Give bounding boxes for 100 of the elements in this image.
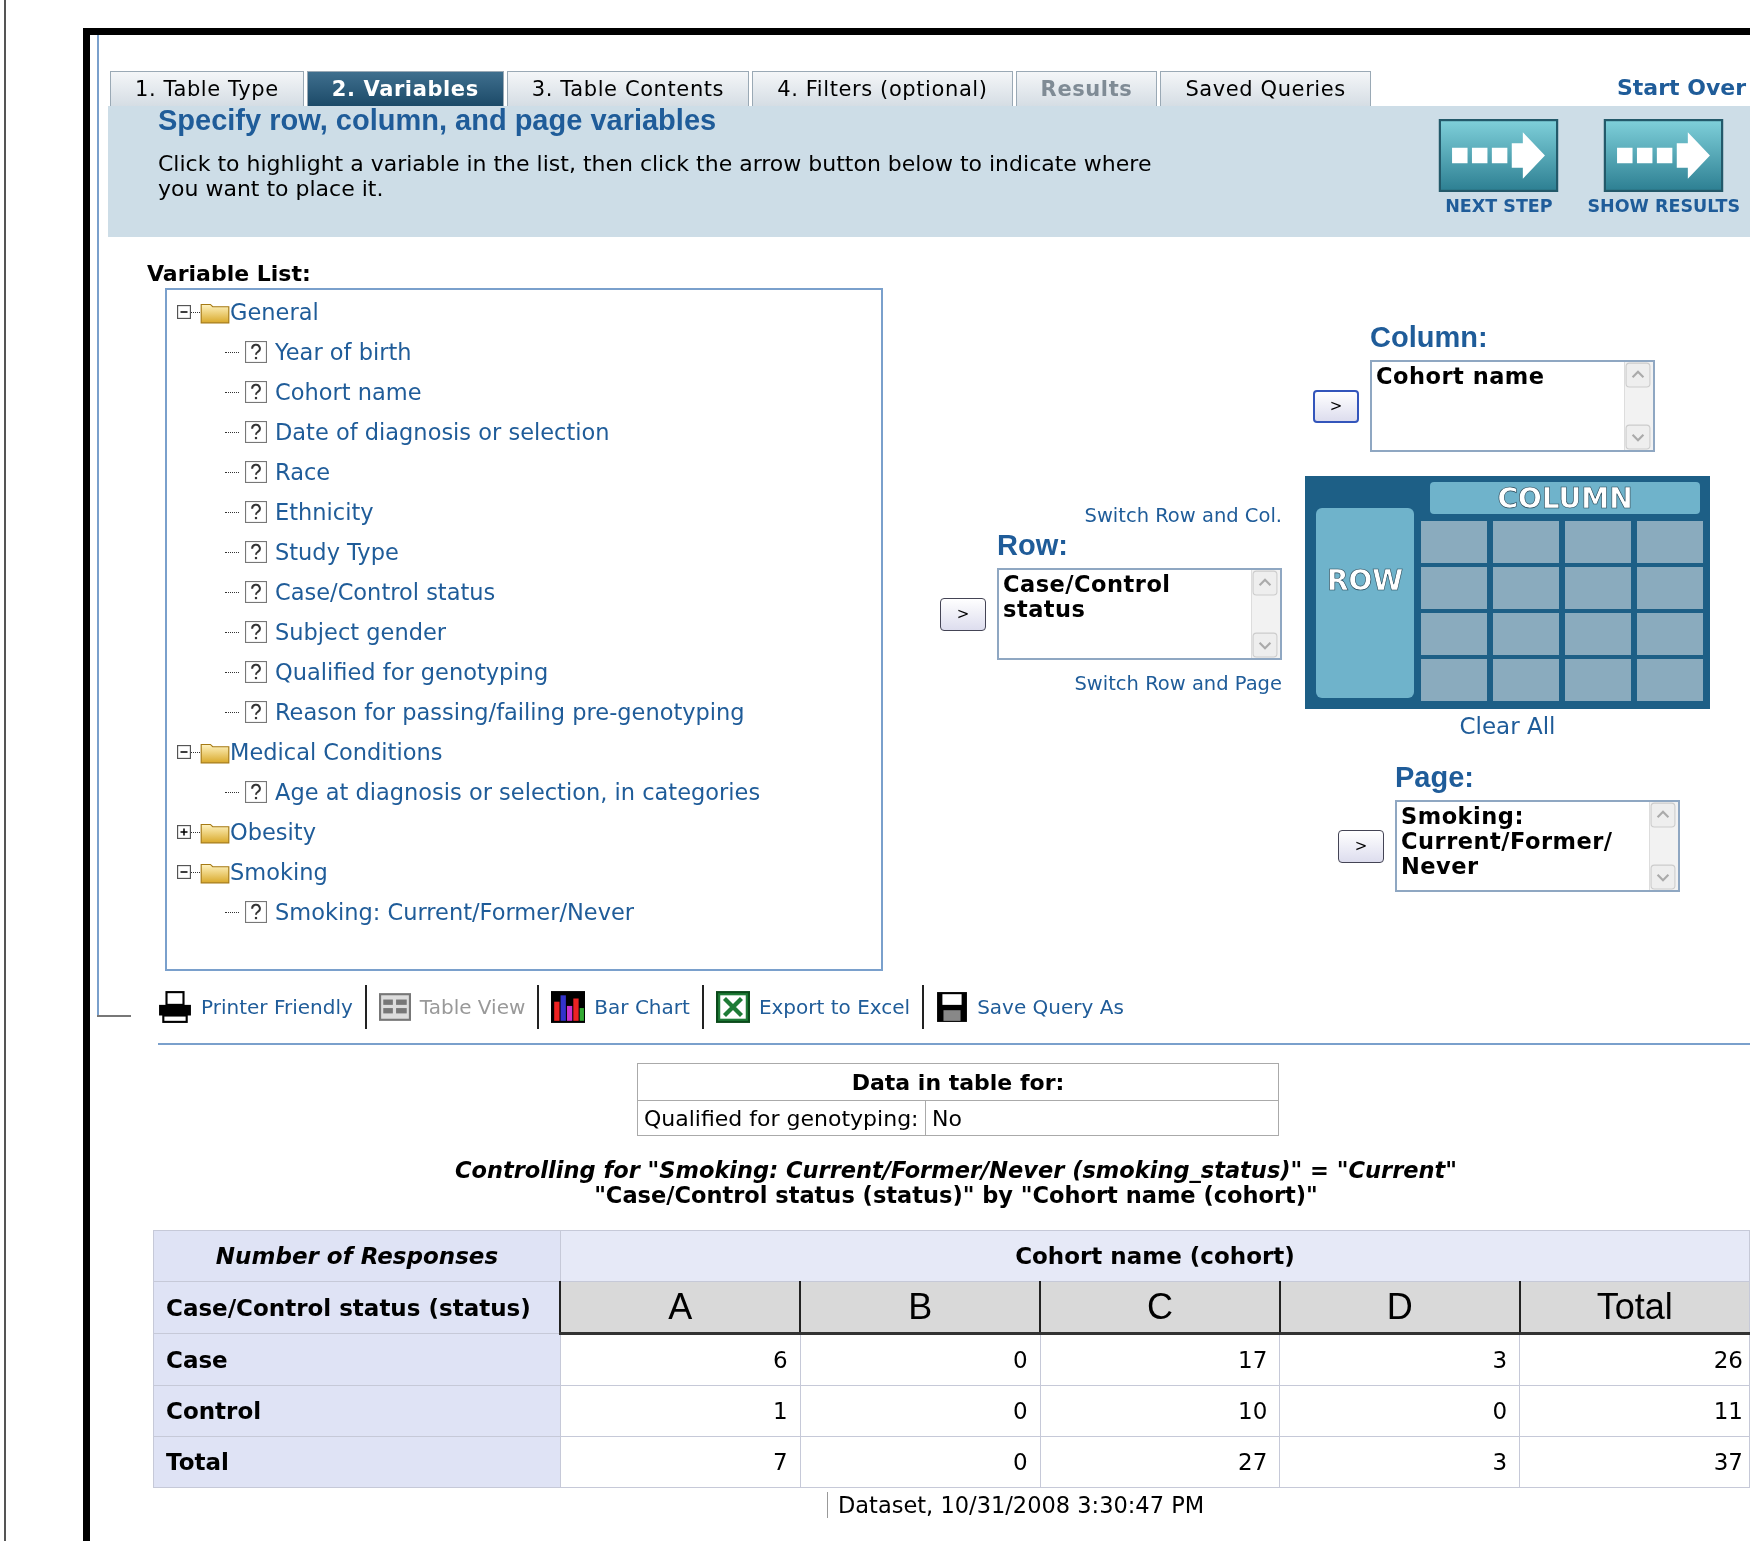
scroll-down-icon[interactable] — [1650, 864, 1676, 890]
table-cell: 0 — [800, 1385, 1041, 1437]
column-header: B — [800, 1281, 1041, 1334]
table-cell: 3 — [1279, 1333, 1520, 1386]
spreadsheet-icon — [715, 991, 750, 1023]
switch-row-page-link[interactable]: Switch Row and Page — [1074, 672, 1282, 695]
start-over-link[interactable]: Start Over — [1616, 75, 1746, 106]
question-mark-icon — [245, 501, 267, 523]
arrow-step-icon — [1438, 119, 1560, 192]
tree-item[interactable]: Year of birth — [275, 339, 412, 365]
column-header: D — [1279, 1281, 1520, 1334]
table-cell: 37 — [1519, 1436, 1750, 1488]
question-mark-icon — [245, 621, 267, 643]
printer-icon — [158, 991, 192, 1023]
question-mark-icon — [245, 381, 267, 403]
collapse-icon[interactable] — [177, 305, 191, 319]
table-icon — [378, 993, 411, 1021]
column-header: C — [1040, 1281, 1280, 1334]
toolbar-button[interactable]: Export to Excel — [703, 985, 925, 1029]
column-label: Column: — [1370, 321, 1489, 354]
row-variable-header: Case/Control status (status) — [153, 1281, 561, 1334]
instructions-text: Click to highlight a variable in the list, then click the arrow button below to indicate where you want to place it. — [158, 151, 1153, 201]
table-cell: 1 — [560, 1385, 801, 1437]
tree-item[interactable]: Subject gender — [275, 619, 447, 645]
row-header: Case — [153, 1333, 561, 1386]
tab[interactable]: 2. Variables — [306, 71, 504, 106]
tree-item[interactable]: Race — [275, 459, 331, 485]
tree-item[interactable]: Qualified for genotyping — [275, 659, 549, 685]
tree-item[interactable]: Cohort name — [275, 379, 422, 405]
table-corner-header: Number of Responses — [153, 1230, 561, 1282]
collapse-icon[interactable] — [177, 865, 191, 879]
scroll-down-icon[interactable] — [1625, 424, 1651, 450]
step-button[interactable]: SHOW RESULTS — [1587, 119, 1740, 237]
table-cell: 0 — [800, 1333, 1041, 1386]
tree-folder[interactable]: General — [230, 299, 319, 325]
tree-item[interactable]: Smoking: Current/Former/Never — [275, 899, 635, 925]
table-cell: 7 — [560, 1436, 801, 1488]
question-mark-icon — [245, 781, 267, 803]
tab[interactable]: Saved Queries — [1160, 71, 1371, 106]
arrow-step-icon — [1603, 119, 1725, 192]
table-cell: 0 — [800, 1436, 1041, 1488]
move-button[interactable]: > — [1313, 389, 1359, 423]
column-group-header: Cohort name (cohort) — [560, 1230, 1750, 1282]
question-mark-icon — [245, 341, 267, 363]
table-caption: Controlling for "Smoking: Current/Former/Never (smoking_status)" = "Current" — [454, 1158, 1458, 1183]
table-cell: 17 — [1040, 1333, 1280, 1386]
tree-folder[interactable]: Obesity — [230, 819, 316, 845]
tree-item[interactable]: Case/Control status — [275, 579, 496, 605]
switch-row-col-link[interactable]: Switch Row and Col. — [1084, 504, 1282, 527]
question-mark-icon — [245, 581, 267, 603]
row-header: Total — [153, 1436, 561, 1488]
table-cell: 27 — [1040, 1436, 1280, 1488]
question-mark-icon — [245, 901, 267, 923]
row-label: ROW — [1326, 564, 1404, 597]
tree-folder[interactable]: Medical Conditions — [230, 739, 443, 765]
tree-item[interactable]: Reason for passing/failing pre-genotyping — [275, 699, 745, 725]
step-button[interactable]: NEXT STEP — [1438, 119, 1560, 237]
scroll-up-icon[interactable] — [1625, 362, 1651, 388]
table-cell: 11 — [1519, 1385, 1750, 1437]
scroll-up-icon[interactable] — [1650, 802, 1676, 828]
page-title: Specify row, column, and page variables — [158, 104, 718, 137]
filter-label: Qualified for genotyping: — [637, 1100, 926, 1136]
filter-table-title: Data in table for: — [637, 1063, 1279, 1101]
collapse-icon[interactable] — [177, 745, 191, 759]
expand-icon[interactable] — [177, 825, 191, 839]
tree-item[interactable]: Ethnicity — [275, 499, 374, 525]
toolbar-button[interactable]: Printer Friendly — [158, 985, 367, 1029]
scroll-up-icon[interactable] — [1252, 570, 1278, 596]
variable-list-label: Variable List: — [147, 261, 312, 286]
toolbar-button[interactable]: Save Query As — [924, 985, 1136, 1029]
table-cell: 0 — [1279, 1385, 1520, 1437]
table-caption: "Case/Control status (status)" by "Cohort name (cohort)" — [594, 1183, 1319, 1208]
filter-value: No — [925, 1100, 1279, 1136]
row-label: Row: — [997, 529, 1069, 562]
table-cell: 3 — [1279, 1436, 1520, 1488]
tree-item[interactable]: Date of diagnosis or selection — [275, 419, 610, 445]
scroll-down-icon[interactable] — [1252, 632, 1278, 658]
tab[interactable]: 1. Table Type — [110, 71, 304, 106]
tab[interactable]: 4. Filters (optional) — [752, 71, 1013, 106]
page-list-box[interactable]: Smoking: Current/Former/ Never — [1395, 800, 1680, 892]
clear-all-link[interactable]: Clear All — [1459, 713, 1556, 739]
table-cell: 10 — [1040, 1385, 1280, 1437]
toolbar-button[interactable]: Bar Chart — [539, 985, 704, 1029]
column-header: A — [560, 1281, 801, 1334]
column-list-box[interactable]: Cohort name — [1370, 360, 1655, 452]
column-header: Total — [1519, 1281, 1750, 1334]
save-icon — [936, 991, 969, 1023]
question-mark-icon — [245, 461, 267, 483]
question-mark-icon — [245, 661, 267, 683]
bar-chart-icon — [551, 991, 586, 1023]
tab[interactable]: 3. Table Contents — [506, 71, 750, 106]
row-list-box[interactable]: Case/Control status — [997, 568, 1282, 660]
move-button[interactable]: > — [1338, 829, 1384, 863]
tree-folder[interactable]: Smoking — [230, 859, 328, 885]
row-header: Control — [153, 1385, 561, 1437]
tree-item[interactable]: Age at diagnosis or selection, in categories — [275, 779, 761, 805]
move-button[interactable]: > — [940, 597, 986, 631]
tree-item[interactable]: Study Type — [275, 539, 399, 565]
table-cell: 26 — [1519, 1333, 1750, 1386]
column-label: COLUMN — [1497, 482, 1633, 515]
